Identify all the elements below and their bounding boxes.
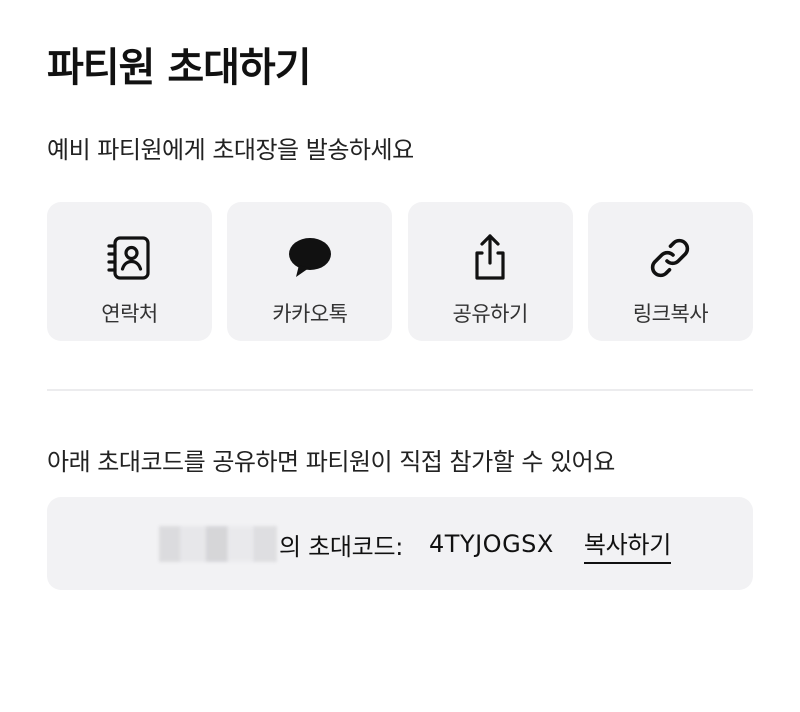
invite-code-value: 4TYJOGSX: [429, 530, 554, 558]
copy-link-label: 링크복사: [632, 302, 709, 326]
invite-code-description: 아래 초대코드를 공유하면 파티원이 직접 참가할 수 있어요: [47, 448, 615, 476]
section-divider: [47, 389, 753, 391]
blurred-username: [159, 526, 277, 562]
share-label: 공유하기: [452, 302, 529, 326]
invite-code-line: 의 초대코드: 4TYJOGSX 복사하기: [279, 525, 671, 564]
invite-code-label: 의 초대코드:: [279, 532, 404, 561]
share-button[interactable]: 공유하기: [407, 202, 573, 341]
invite-code-box: 의 초대코드: 4TYJOGSX 복사하기: [47, 497, 753, 590]
kakaotalk-label: 카카오톡: [272, 302, 348, 326]
contacts-label: 연락처: [101, 302, 158, 326]
link-icon: [644, 232, 696, 284]
contacts-icon: [104, 232, 156, 284]
copy-link-button[interactable]: 링크복사: [587, 202, 753, 341]
copy-code-button[interactable]: 복사하기: [583, 525, 671, 564]
chat-bubble-icon: [284, 232, 336, 284]
kakaotalk-button[interactable]: 카카오톡: [227, 202, 393, 341]
share-icon: [464, 232, 516, 284]
invite-subtitle: 예비 파티원에게 초대장을 발송하세요: [47, 136, 414, 164]
page-title: 파티원 초대하기: [47, 45, 312, 91]
invite-options: 연락처 카카오톡 공유하기 링크복사: [47, 202, 753, 341]
contacts-button[interactable]: 연락처: [47, 202, 212, 341]
